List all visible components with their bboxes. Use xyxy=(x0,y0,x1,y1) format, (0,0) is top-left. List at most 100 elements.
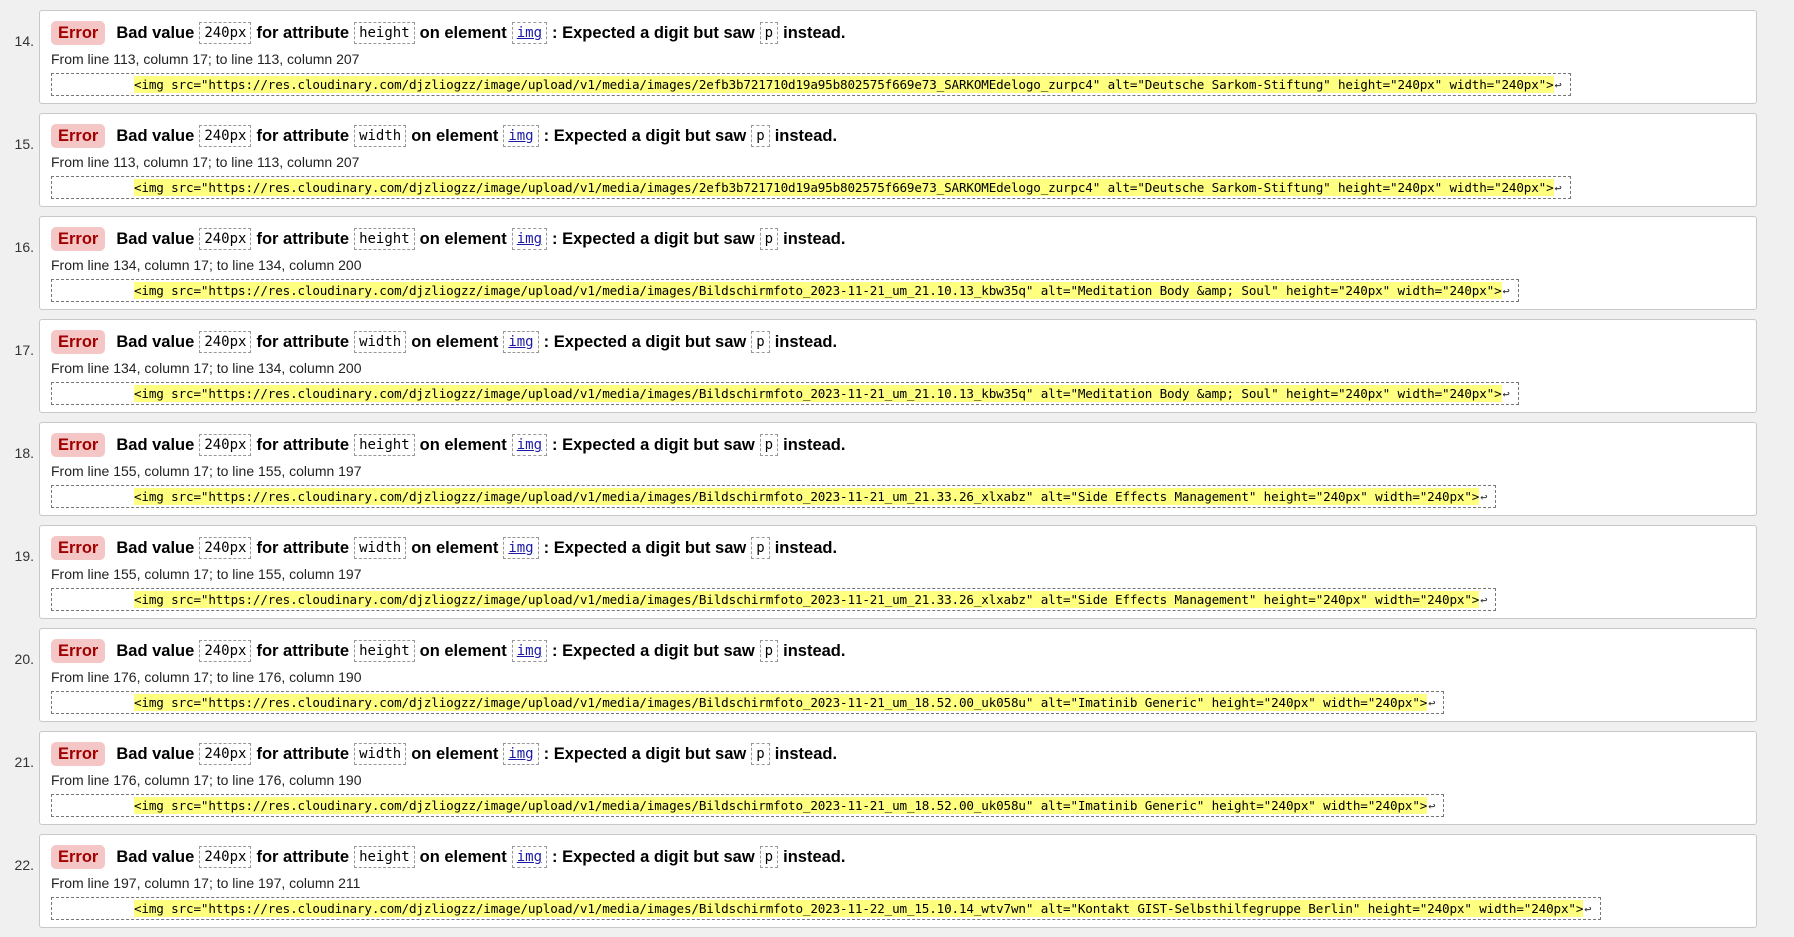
message-item: 16. Error Bad value 240px for attribute … xyxy=(0,216,1794,319)
attribute-value-code: 240px xyxy=(199,537,252,559)
message-card: Error Bad value 240px for attribute widt… xyxy=(39,731,1757,825)
message-number: 21. xyxy=(14,754,34,770)
message-text-on-element: on element xyxy=(411,538,499,557)
element-name-link[interactable]: img xyxy=(511,640,548,662)
element-name-link[interactable]: img xyxy=(503,537,539,559)
message-location[interactable]: From line 155, column 17; to line 155, c… xyxy=(51,463,362,479)
source-extract-code: <img src="https://res.cloudinary.com/djz… xyxy=(134,76,1554,93)
message-text-instead: instead. xyxy=(774,538,838,557)
message-text-instead: instead. xyxy=(783,23,846,42)
unexpected-char-code: p xyxy=(759,640,779,662)
message-text-expected: : Expected a digit but saw xyxy=(552,847,755,866)
message-location[interactable]: From line 155, column 17; to line 155, c… xyxy=(51,566,362,582)
source-extract: <img src="https://res.cloudinary.com/djz… xyxy=(51,691,1445,714)
message-card: Error Bad value 240px for attribute heig… xyxy=(39,628,1757,722)
message-text-expected: : Expected a digit but saw xyxy=(552,229,755,248)
return-icon: ↩ xyxy=(1554,77,1562,92)
message-item: 17. Error Bad value 240px for attribute … xyxy=(0,319,1794,422)
message-location[interactable]: From line 113, column 17; to line 113, c… xyxy=(51,51,359,67)
message-number: 19. xyxy=(14,548,34,564)
source-extract: <img src="https://res.cloudinary.com/djz… xyxy=(51,485,1497,508)
return-icon: ↩ xyxy=(1480,592,1488,607)
element-name-link[interactable]: img xyxy=(503,125,539,147)
message-text-for-attribute: for attribute xyxy=(256,23,350,42)
attribute-value-code: 240px xyxy=(199,331,252,353)
message-text-on-element: on element xyxy=(419,847,507,866)
message-card: Error Bad value 240px for attribute heig… xyxy=(39,216,1757,310)
attribute-name-code: width xyxy=(354,125,407,147)
message-text-for-attribute: for attribute xyxy=(256,641,350,660)
source-extract-code: <img src="https://res.cloudinary.com/djz… xyxy=(134,900,1584,917)
unexpected-char-code: p xyxy=(759,846,779,868)
message-text-bad-value: Bad value xyxy=(116,435,195,454)
message-text-for-attribute: for attribute xyxy=(256,744,350,763)
error-badge: Error xyxy=(51,536,106,560)
message-list: 14. Error Bad value 240px for attribute … xyxy=(0,10,1794,937)
unexpected-char-code: p xyxy=(751,331,770,353)
message-text-on-element: on element xyxy=(419,229,507,248)
message-text-expected: : Expected a digit but saw xyxy=(552,23,755,42)
source-extract: <img src="https://res.cloudinary.com/djz… xyxy=(51,279,1519,302)
element-name-link[interactable]: img xyxy=(503,743,539,765)
message-text-for-attribute: for attribute xyxy=(256,126,350,145)
message-text-bad-value: Bad value xyxy=(116,744,195,763)
source-extract: <img src="https://res.cloudinary.com/djz… xyxy=(51,794,1445,817)
unexpected-char-code: p xyxy=(751,125,770,147)
error-badge: Error xyxy=(51,227,106,251)
attribute-value-code: 240px xyxy=(199,846,252,868)
message-text-on-element: on element xyxy=(411,126,499,145)
message-headline: Error Bad value 240px for attribute widt… xyxy=(51,741,837,767)
element-name-link[interactable]: img xyxy=(511,846,548,868)
attribute-name-code: height xyxy=(354,640,415,662)
message-card: Error Bad value 240px for attribute widt… xyxy=(39,319,1757,413)
validator-results-page: 14. Error Bad value 240px for attribute … xyxy=(0,0,1794,937)
attribute-name-code: height xyxy=(354,228,415,250)
message-location[interactable]: From line 176, column 17; to line 176, c… xyxy=(51,772,362,788)
source-extract-code: <img src="https://res.cloudinary.com/djz… xyxy=(134,282,1502,299)
source-extract-code: <img src="https://res.cloudinary.com/djz… xyxy=(134,797,1428,814)
error-badge: Error xyxy=(51,21,106,45)
error-badge: Error xyxy=(51,124,106,148)
message-text-bad-value: Bad value xyxy=(116,23,195,42)
message-text-expected: : Expected a digit but saw xyxy=(543,538,747,557)
message-headline: Error Bad value 240px for attribute widt… xyxy=(51,535,837,561)
message-location[interactable]: From line 134, column 17; to line 134, c… xyxy=(51,360,362,376)
message-text-expected: : Expected a digit but saw xyxy=(552,435,755,454)
message-text-expected: : Expected a digit but saw xyxy=(543,744,747,763)
message-number: 20. xyxy=(14,651,34,667)
attribute-value-code: 240px xyxy=(199,228,252,250)
message-location[interactable]: From line 176, column 17; to line 176, c… xyxy=(51,669,362,685)
message-text-on-element: on element xyxy=(411,744,499,763)
message-text-bad-value: Bad value xyxy=(116,126,195,145)
return-icon: ↩ xyxy=(1584,901,1592,916)
message-card: Error Bad value 240px for attribute heig… xyxy=(39,10,1757,104)
message-text-instead: instead. xyxy=(783,229,846,248)
attribute-name-code: width xyxy=(354,331,407,353)
return-icon: ↩ xyxy=(1480,489,1488,504)
message-headline: Error Bad value 240px for attribute heig… xyxy=(51,844,845,870)
return-icon: ↩ xyxy=(1428,695,1436,710)
message-text-on-element: on element xyxy=(419,23,507,42)
attribute-name-code: height xyxy=(354,22,415,44)
source-extract: <img src="https://res.cloudinary.com/djz… xyxy=(51,73,1571,96)
unexpected-char-code: p xyxy=(751,743,770,765)
error-badge: Error xyxy=(51,639,106,663)
message-number: 15. xyxy=(14,136,34,152)
attribute-value-code: 240px xyxy=(199,640,252,662)
element-name-link[interactable]: img xyxy=(511,434,548,456)
message-card: Error Bad value 240px for attribute widt… xyxy=(39,113,1757,207)
element-name-link[interactable]: img xyxy=(511,22,548,44)
message-location[interactable]: From line 197, column 17; to line 197, c… xyxy=(51,875,360,891)
message-text-on-element: on element xyxy=(419,641,507,660)
message-text-expected: : Expected a digit but saw xyxy=(552,641,755,660)
message-text-expected: : Expected a digit but saw xyxy=(543,126,747,145)
element-name-link[interactable]: img xyxy=(503,331,539,353)
attribute-value-code: 240px xyxy=(199,743,252,765)
message-location[interactable]: From line 134, column 17; to line 134, c… xyxy=(51,257,362,273)
unexpected-char-code: p xyxy=(759,228,779,250)
message-text-instead: instead. xyxy=(783,641,846,660)
message-location[interactable]: From line 113, column 17; to line 113, c… xyxy=(51,154,359,170)
message-item: 15. Error Bad value 240px for attribute … xyxy=(0,113,1794,216)
message-card: Error Bad value 240px for attribute heig… xyxy=(39,834,1757,928)
element-name-link[interactable]: img xyxy=(511,228,548,250)
